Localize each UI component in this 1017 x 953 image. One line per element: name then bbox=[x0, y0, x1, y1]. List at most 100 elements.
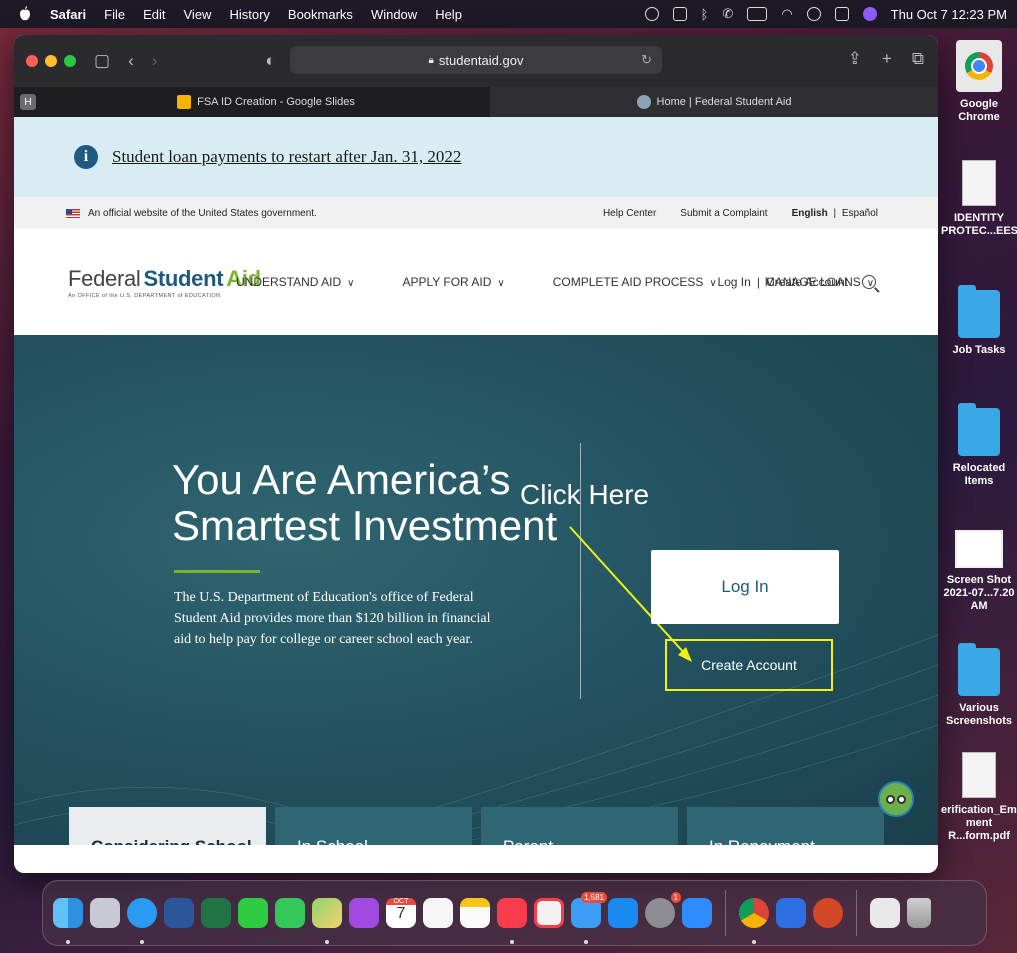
fsa-logo[interactable]: Federal Student Aid An OFFICE of the U.S. … bbox=[68, 266, 261, 299]
forward-icon[interactable]: › bbox=[152, 51, 158, 71]
logo-federal: Federal bbox=[68, 265, 141, 291]
dock-maps-icon[interactable] bbox=[312, 898, 342, 944]
menu-window[interactable]: Window bbox=[371, 7, 417, 22]
lang-spanish-link[interactable]: Español bbox=[842, 208, 878, 219]
help-center-link[interactable]: Help Center bbox=[603, 208, 656, 219]
dock-news-icon[interactable] bbox=[534, 898, 564, 928]
privacy-shield-icon[interactable]: ◐ bbox=[265, 51, 275, 71]
safari-window: ▢ ‹ › ◐ 🔒︎ studentaid.gov ↻ ⇪ + ⧉ H FSA … bbox=[14, 35, 938, 873]
dock-messages-icon[interactable] bbox=[275, 898, 305, 928]
dock-word-icon[interactable] bbox=[164, 898, 194, 928]
dock-music-icon[interactable] bbox=[497, 898, 527, 944]
hero-login-button[interactable]: Log In bbox=[651, 550, 839, 624]
calendar-status-icon[interactable] bbox=[672, 7, 687, 21]
pinned-tab[interactable]: H bbox=[20, 94, 36, 110]
dock-powerpoint-icon[interactable] bbox=[813, 898, 843, 928]
sidebar-toggle-icon[interactable]: ▢ bbox=[94, 51, 110, 71]
battery-icon[interactable] bbox=[747, 7, 768, 21]
dock-notes-icon[interactable] bbox=[460, 898, 490, 928]
hero-create-account-button[interactable]: Create Account bbox=[665, 639, 833, 691]
desktop-item-relocated-items[interactable]: Relocated Items bbox=[941, 403, 1017, 488]
minimize-window-button[interactable] bbox=[45, 55, 57, 67]
toolbar-right-actions: ⇪ + ⧉ bbox=[848, 49, 924, 69]
dock-calendar-icon[interactable]: OCT 7 bbox=[386, 898, 416, 928]
dock-reminders-icon[interactable] bbox=[423, 898, 453, 928]
logo-subtitle: An OFFICE of the U.S. DEPARTMENT of EDUC… bbox=[68, 292, 221, 299]
card-in-repayment[interactable]: In Repayment bbox=[687, 807, 884, 845]
chat-assistant-owl-icon[interactable] bbox=[878, 781, 914, 817]
desktop-item-verification-pdf[interactable]: erification_Emplo ment R...form.pdf bbox=[941, 752, 1017, 843]
settings-badge: 1 bbox=[670, 892, 681, 903]
nav-login-link[interactable]: Log In bbox=[717, 275, 750, 289]
menu-bookmarks[interactable]: Bookmarks bbox=[288, 7, 353, 22]
tab-overview-icon[interactable]: ⧉ bbox=[912, 49, 924, 69]
share-icon[interactable]: ⇪ bbox=[848, 49, 862, 69]
status-area: ᛒ ✆ ◠ Thu Oct 7 12:23 PM bbox=[644, 0, 1007, 28]
search-icon[interactable] bbox=[862, 275, 876, 289]
zoom-window-button[interactable] bbox=[64, 55, 76, 67]
new-tab-icon[interactable]: + bbox=[882, 49, 892, 69]
nav-understand-aid[interactable]: UNDERSTAND AID ∨ bbox=[236, 275, 354, 289]
menu-view[interactable]: View bbox=[184, 7, 212, 22]
menu-clock[interactable]: Thu Oct 7 12:23 PM bbox=[891, 7, 1007, 22]
bluetooth-icon[interactable]: ᛒ bbox=[701, 7, 709, 22]
dock-launchpad-icon[interactable] bbox=[90, 898, 120, 928]
submit-complaint-link[interactable]: Submit a Complaint bbox=[680, 208, 767, 219]
desktop-item-job-tasks[interactable]: Job Tasks bbox=[941, 285, 1017, 357]
card-in-school[interactable]: In School bbox=[275, 807, 472, 845]
reload-icon[interactable]: ↻ bbox=[641, 52, 652, 68]
desktop-item-identity-pdf[interactable]: IDENTITY PROTEC...EES.pdf bbox=[941, 160, 1017, 238]
language-switcher: English | Español bbox=[792, 208, 878, 219]
dock-pencil-app-icon[interactable] bbox=[776, 898, 806, 928]
dock-podcasts-icon[interactable] bbox=[349, 898, 379, 928]
dock-safari-icon[interactable] bbox=[127, 898, 157, 944]
tab-google-slides[interactable]: FSA ID Creation - Google Slides bbox=[42, 87, 490, 117]
siri-icon[interactable] bbox=[862, 7, 877, 21]
nav-apply-for-aid[interactable]: APPLY FOR AID ∨ bbox=[402, 275, 504, 289]
dock-app-store-icon[interactable] bbox=[608, 898, 638, 928]
lang-english-link[interactable]: English bbox=[792, 208, 828, 219]
dock: OCT 7 1,581 1 bbox=[42, 880, 987, 946]
dock-facetime-icon[interactable] bbox=[238, 898, 268, 928]
desktop-item-label: IDENTITY PROTEC...EES.pdf bbox=[941, 212, 1017, 237]
dock-zoom-icon[interactable] bbox=[682, 898, 712, 928]
desktop-item-label: Google Chrome bbox=[958, 98, 1000, 123]
nav-complete-aid-process[interactable]: COMPLETE AID PROCESS ∨ bbox=[553, 275, 717, 289]
control-center-icon[interactable] bbox=[834, 7, 849, 21]
dock-chrome-icon[interactable] bbox=[739, 898, 769, 944]
desktop-item-chrome[interactable]: Google Chrome bbox=[941, 40, 1017, 124]
address-bar[interactable]: 🔒︎ studentaid.gov ↻ bbox=[290, 46, 662, 74]
lang-separator: | bbox=[833, 207, 837, 219]
phone-icon[interactable]: ✆ bbox=[722, 6, 733, 22]
tab-bar: H FSA ID Creation - Google Slides Home |… bbox=[14, 87, 938, 117]
wifi-icon[interactable]: ◠ bbox=[781, 6, 792, 22]
apple-icon[interactable] bbox=[18, 6, 32, 22]
close-window-button[interactable] bbox=[26, 55, 38, 67]
folder-icon bbox=[958, 643, 1000, 696]
dock-system-preferences-icon[interactable]: 1 bbox=[645, 892, 681, 928]
dock-finder-icon[interactable] bbox=[53, 898, 83, 944]
menu-file[interactable]: File bbox=[104, 7, 125, 22]
fsa-favicon-icon bbox=[636, 95, 651, 109]
menu-app-name[interactable]: Safari bbox=[50, 7, 86, 22]
menu-help[interactable]: Help bbox=[435, 7, 462, 22]
play-status-icon[interactable] bbox=[644, 7, 659, 21]
card-considering-school[interactable]: Considering School bbox=[69, 807, 266, 845]
back-icon[interactable]: ‹ bbox=[128, 51, 134, 71]
tab-federal-student-aid[interactable]: Home | Federal Student Aid bbox=[490, 87, 938, 117]
hero-section: You Are America’s Smartest Investment Th… bbox=[14, 335, 938, 845]
alert-link[interactable]: Student loan payments to restart after J… bbox=[112, 147, 461, 167]
spotlight-icon[interactable] bbox=[806, 7, 821, 21]
desktop-item-various-screenshots[interactable]: Various Screenshots bbox=[941, 643, 1017, 728]
screenshot-icon bbox=[955, 530, 1003, 568]
dock-excel-icon[interactable] bbox=[201, 898, 231, 928]
desktop-item-screenshot[interactable]: Screen Shot 2021-07...7.20 AM bbox=[941, 530, 1017, 613]
card-parent[interactable]: Parent bbox=[481, 807, 678, 845]
dock-mail-icon[interactable]: 1,581 bbox=[571, 892, 607, 944]
dock-downloads-stack-icon[interactable] bbox=[870, 898, 900, 928]
menu-history[interactable]: History bbox=[229, 7, 269, 22]
menu-edit[interactable]: Edit bbox=[143, 7, 165, 22]
window-controls bbox=[26, 55, 76, 67]
dock-trash-icon[interactable] bbox=[907, 898, 931, 928]
nav-create-account-link[interactable]: Create Account bbox=[766, 275, 848, 289]
